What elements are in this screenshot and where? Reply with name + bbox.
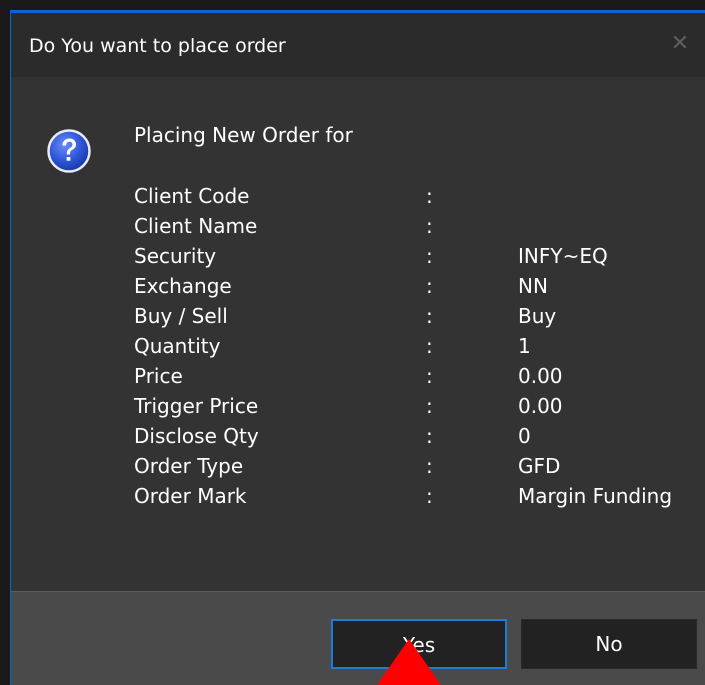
detail-value: Margin Funding [518,484,673,508]
detail-value: GFD [518,454,561,478]
detail-separator: : [426,214,433,238]
dialog-titlebar: Do You want to place order ✕ [11,13,705,77]
dialog-content: Placing New Order for Client Code : Clie… [11,77,705,591]
detail-label: Client Name [134,214,258,238]
detail-separator: : [426,364,433,388]
dialog-title: Do You want to place order [29,35,286,57]
detail-label: Order Type [134,454,244,478]
background-strip-left [0,0,10,685]
detail-label: Quantity [134,334,221,358]
no-button[interactable]: No [521,619,697,669]
detail-label: Security [134,244,217,268]
detail-separator: : [426,454,433,478]
detail-label: Trigger Price [134,394,259,418]
detail-value: 0.00 [518,394,563,418]
detail-label: Price [134,364,183,388]
detail-separator: : [426,394,433,418]
detail-separator: : [426,304,433,328]
red-arrow-pointer-icon [377,639,441,685]
detail-separator: : [426,244,433,268]
detail-value: Buy [518,304,557,328]
question-icon [47,129,91,173]
detail-value: 0.00 [518,364,563,388]
confirm-order-dialog: Do You want to place order ✕ Placing New… [10,10,705,685]
detail-value: 0 [518,424,531,448]
detail-separator: : [426,184,433,208]
detail-value: INFY~EQ [518,244,608,268]
detail-label: Order Mark [134,484,247,508]
detail-label: Disclose Qty [134,424,259,448]
detail-label: Client Code [134,184,250,208]
detail-value: 1 [518,334,531,358]
detail-value: NN [518,274,548,298]
close-button[interactable]: ✕ [669,33,691,55]
detail-separator: : [426,484,433,508]
background-strip-top [0,0,705,10]
detail-label: Buy / Sell [134,304,228,328]
detail-separator: : [426,274,433,298]
detail-label: Exchange [134,274,232,298]
dialog-footer: Yes No [11,591,705,685]
order-heading: Placing New Order for [134,123,353,147]
detail-separator: : [426,334,433,358]
detail-separator: : [426,424,433,448]
